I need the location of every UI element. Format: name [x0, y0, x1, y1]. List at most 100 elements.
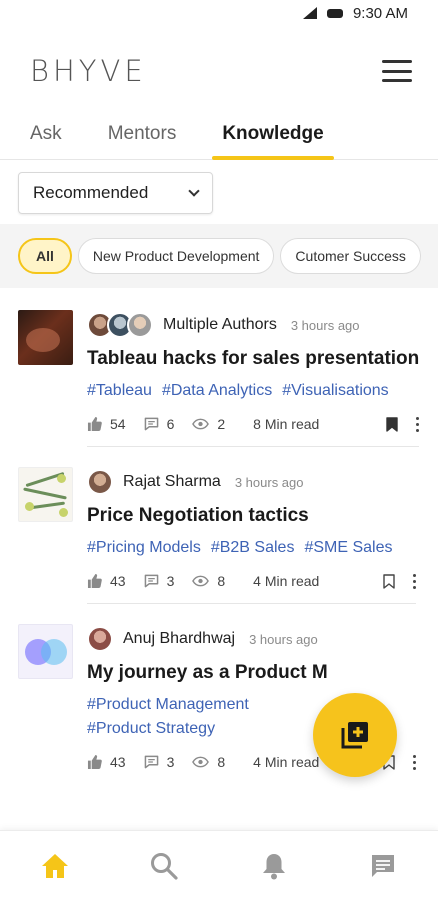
- filter-row: Recommended: [0, 160, 438, 224]
- chip-new-product-development[interactable]: New Product Development: [77, 238, 275, 274]
- read-time: 4 Min read: [253, 573, 320, 589]
- comment-icon: [144, 574, 158, 588]
- thumbs-up-icon: [87, 417, 102, 431]
- more-options-icon[interactable]: [413, 754, 416, 770]
- tag-link[interactable]: #Pricing Models: [87, 539, 201, 557]
- comment-button[interactable]: 6: [144, 416, 175, 432]
- chat-icon: [372, 854, 395, 877]
- bookmark-button[interactable]: [383, 573, 395, 589]
- comment-icon: [144, 755, 158, 769]
- battery-icon: [326, 8, 343, 18]
- category-chips: All New Product Development Cutomer Succ…: [0, 224, 438, 288]
- eye-icon: [192, 575, 210, 587]
- add-post-icon: [341, 722, 368, 749]
- thumbs-up-icon: [87, 574, 102, 588]
- eye-icon: [192, 418, 210, 430]
- view-count: 8: [217, 754, 226, 770]
- comment-button[interactable]: 3: [144, 573, 175, 589]
- tab-knowledge[interactable]: Knowledge: [212, 123, 335, 160]
- post-time: 3 hours ago: [290, 317, 360, 333]
- nav-home[interactable]: [35, 846, 75, 886]
- post-title[interactable]: My journey as a Product M: [87, 662, 416, 684]
- comment-count: 3: [166, 573, 175, 589]
- post-tags: #Pricing Models #B2B Sales #SME Sales: [87, 539, 416, 557]
- post-thumbnail: [18, 467, 73, 522]
- menu-button[interactable]: [382, 60, 412, 82]
- menu-icon-bar: [382, 69, 412, 73]
- logo: BHYVE: [30, 54, 147, 88]
- post-stats: 43 3 8 4 Min read: [87, 573, 416, 589]
- like-count: 43: [110, 754, 126, 770]
- author-avatars: [87, 469, 113, 495]
- tag-link[interactable]: #Tableau: [87, 382, 152, 400]
- nav-messages[interactable]: [363, 846, 403, 886]
- post-time: 3 hours ago: [234, 474, 304, 490]
- tag-link[interactable]: #Data Analytics: [162, 382, 272, 400]
- like-button[interactable]: 54: [87, 416, 126, 432]
- post-stats: 54 6 2 8 Min read: [87, 416, 420, 432]
- bookmark-icon: [383, 573, 395, 589]
- comment-count: 6: [166, 416, 175, 432]
- menu-icon-bar: [382, 79, 412, 82]
- post-card[interactable]: Multiple Authors 3 hours ago Tableau hac…: [18, 310, 420, 467]
- post-thumbnail: [18, 310, 73, 365]
- post-author[interactable]: Multiple Authors: [163, 316, 277, 334]
- post-card[interactable]: Rajat Sharma 3 hours ago Price Negotiati…: [18, 467, 416, 624]
- eye-icon: [192, 756, 210, 768]
- tag-link[interactable]: #B2B Sales: [211, 539, 295, 557]
- post-tags: #Tableau #Data Analytics #Visualisations: [87, 382, 419, 400]
- top-tabs: Ask Mentors Knowledge: [0, 116, 438, 160]
- post-title[interactable]: Tableau hacks for sales presentation: [87, 348, 419, 370]
- thumbs-up-icon: [87, 755, 102, 769]
- tab-mentors[interactable]: Mentors: [108, 123, 177, 159]
- post-author[interactable]: Anuj Bhardhwaj: [123, 630, 235, 648]
- read-time: 8 Min read: [253, 416, 320, 432]
- bottom-nav: [0, 830, 438, 900]
- bookmark-filled-icon: [386, 416, 398, 432]
- like-count: 43: [110, 573, 126, 589]
- home-icon: [41, 853, 68, 878]
- sort-dropdown[interactable]: Recommended: [18, 172, 213, 214]
- like-button[interactable]: 43: [87, 754, 126, 770]
- tag-link[interactable]: #SME Sales: [304, 539, 392, 557]
- avatar: [87, 469, 113, 495]
- read-time: 4 Min read: [253, 754, 320, 770]
- status-time: 9:30 AM: [352, 4, 408, 22]
- comment-button[interactable]: 3: [144, 754, 175, 770]
- nav-notifications[interactable]: [254, 846, 294, 886]
- chip-all[interactable]: All: [18, 238, 72, 274]
- more-options-icon[interactable]: [413, 573, 416, 589]
- author-avatars: [87, 312, 153, 338]
- comment-count: 3: [166, 754, 175, 770]
- add-post-button[interactable]: [313, 693, 397, 777]
- chevron-down-icon: [188, 185, 200, 197]
- view-count: 2: [217, 416, 226, 432]
- menu-icon-bar: [382, 60, 412, 63]
- views: 8: [192, 573, 225, 589]
- logo-mark: B: [30, 54, 53, 88]
- nav-search[interactable]: [144, 846, 184, 886]
- logo-text: HYVE: [53, 54, 147, 88]
- tab-ask[interactable]: Ask: [30, 123, 62, 159]
- view-count: 8: [217, 573, 226, 589]
- signal-icon: [302, 7, 317, 19]
- bell-icon: [262, 853, 285, 879]
- post-author[interactable]: Rajat Sharma: [123, 473, 221, 491]
- app-bar: BHYVE: [0, 26, 438, 116]
- like-button[interactable]: 43: [87, 573, 126, 589]
- avatar: [127, 312, 153, 338]
- sort-dropdown-value: Recommended: [33, 183, 149, 202]
- post-title[interactable]: Price Negotiation tactics: [87, 505, 416, 527]
- status-bar: 9:30 AM: [0, 0, 438, 26]
- search-icon: [151, 852, 178, 880]
- author-avatars: [87, 626, 113, 652]
- tag-link[interactable]: #Visualisations: [282, 382, 388, 400]
- like-count: 54: [110, 416, 126, 432]
- views: 8: [192, 754, 225, 770]
- post-time: 3 hours ago: [249, 631, 318, 647]
- more-options-icon[interactable]: [416, 416, 420, 432]
- chip-customer-success[interactable]: Cutomer Success: [280, 238, 421, 274]
- bookmark-button[interactable]: [386, 416, 398, 432]
- post-thumbnail: [18, 624, 73, 679]
- comment-icon: [144, 417, 158, 431]
